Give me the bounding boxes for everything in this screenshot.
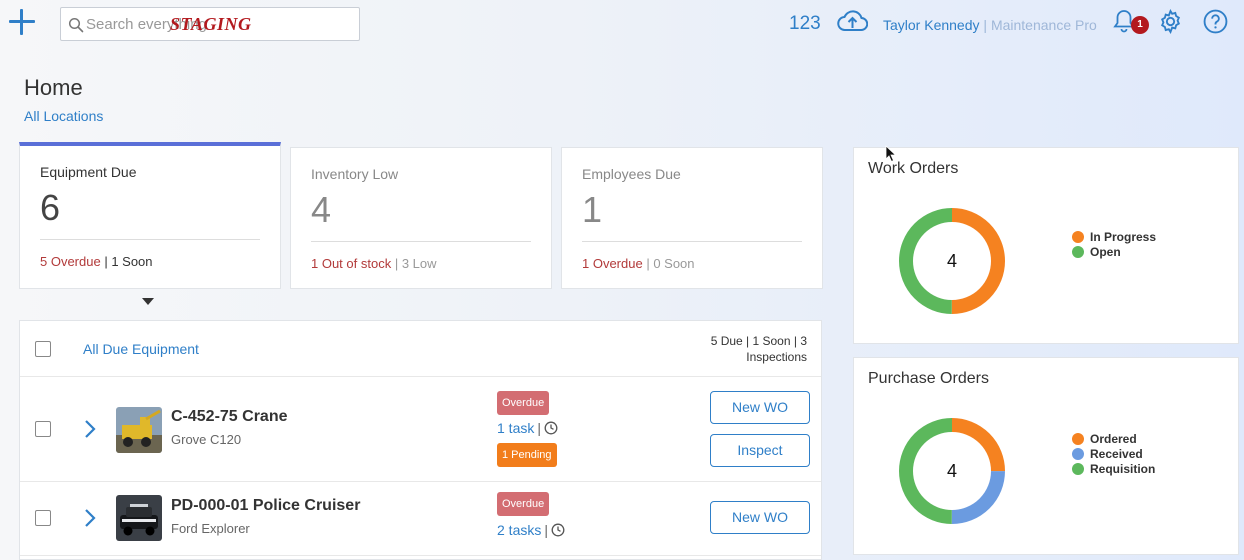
kpi-footer-separator: | <box>391 256 402 271</box>
kpi-title: Equipment Due <box>40 164 137 180</box>
kpi-value: 6 <box>40 187 61 228</box>
kpi-footer-secondary: 1 Soon <box>111 254 153 269</box>
staging-label: STAGING <box>170 14 252 34</box>
legend-dot <box>1072 231 1084 243</box>
legend-dot <box>1072 246 1084 258</box>
legend-item[interactable]: Requisition <box>1072 462 1155 477</box>
pending-badge: 1 Pending <box>497 443 557 467</box>
equipment-name[interactable]: PD-000-01 Police Cruiser <box>171 497 360 515</box>
search-icon <box>68 17 84 33</box>
legend-dot <box>1072 463 1084 475</box>
legend-label: Open <box>1090 245 1121 259</box>
kpi-card-equipment-due[interactable]: Equipment Due 6 5 Overdue | 1 Soon <box>19 142 281 289</box>
purchase-orders-card[interactable]: Purchase Orders 4 Ordered Received Requisi… <box>853 357 1239 555</box>
legend-item[interactable]: In Progress <box>1072 230 1156 245</box>
due-equipment-panel: All Due Equipment 5 Due | 1 Soon | 3 Ins… <box>19 320 822 560</box>
kpi-footer-primary: 5 Overdue <box>40 254 101 269</box>
clock-icon <box>551 523 565 537</box>
table-row[interactable]: PD-000-01 Police Cruiser Ford Explorer O… <box>20 482 821 556</box>
row-checkbox[interactable] <box>35 510 51 526</box>
kpi-footer-primary: 1 Overdue <box>582 256 643 271</box>
donut-center-label: 4 <box>947 251 957 271</box>
cloud-upload-icon[interactable] <box>837 8 868 34</box>
location-filter-link[interactable]: All Locations <box>24 108 103 124</box>
kpi-footer-secondary: 0 Soon <box>653 256 695 271</box>
all-due-equipment-link[interactable]: All Due Equipment <box>83 341 199 357</box>
work-orders-donut[interactable]: 4 <box>897 206 1007 316</box>
top-bar: STAGING 123 Taylor Kennedy | Maintenance… <box>0 0 1244 48</box>
equipment-model: Ford Explorer <box>171 521 250 536</box>
kpi-footer: 5 Overdue | 1 Soon <box>40 254 153 269</box>
task-separator: | <box>537 420 541 436</box>
notification-badge: 1 <box>1131 16 1149 34</box>
legend-label: In Progress <box>1090 230 1157 244</box>
kpi-footer-separator: | <box>100 254 112 269</box>
new-wo-button[interactable]: New WO <box>710 501 810 534</box>
divider <box>311 241 531 242</box>
record-count[interactable]: 123 <box>789 13 821 35</box>
purchase-orders-donut[interactable]: 4 <box>897 416 1007 526</box>
chevron-right-icon[interactable] <box>84 508 96 528</box>
select-all-checkbox[interactable] <box>35 341 51 357</box>
divider <box>582 241 802 242</box>
legend-item[interactable]: Received <box>1072 447 1155 462</box>
new-wo-button[interactable]: New WO <box>710 391 810 424</box>
task-link[interactable]: 2 tasks | <box>497 522 565 538</box>
equipment-model: Grove C120 <box>171 432 242 447</box>
caret-down-icon <box>142 298 154 305</box>
kpi-value: 1 <box>582 189 603 230</box>
user-role: Maintenance Pro <box>990 17 1097 33</box>
status-badge: Overdue <box>497 391 550 415</box>
help-icon[interactable] <box>1203 9 1228 34</box>
kpi-footer: 1 Overdue | 0 Soon <box>582 256 695 271</box>
due-summary: 5 Due | 1 Soon | 3 Inspections <box>677 333 807 365</box>
divider <box>40 239 260 240</box>
page-title: Home <box>24 75 83 100</box>
legend-label: Received <box>1090 447 1143 461</box>
work-orders-card[interactable]: Work Orders 4 In Progress Open <box>853 147 1239 344</box>
inspect-button[interactable]: Inspect <box>710 434 810 467</box>
kpi-footer: 1 Out of stock | 3 Low <box>311 256 437 271</box>
due-summary-line: Inspections <box>746 350 807 364</box>
user-name: Taylor Kennedy <box>883 17 980 33</box>
chart-legend: In Progress Open <box>1072 230 1156 260</box>
equipment-name[interactable]: C-452-75 Crane <box>171 408 288 426</box>
task-separator: | <box>544 522 548 538</box>
gear-icon[interactable] <box>1158 9 1183 34</box>
chart-title: Work Orders <box>868 160 959 177</box>
user-separator: | <box>979 17 991 33</box>
kpi-card-employees-due[interactable]: Employees Due 1 1 Overdue | 0 Soon <box>561 147 823 289</box>
equipment-thumbnail <box>116 495 162 541</box>
mouse-cursor-icon <box>885 145 897 163</box>
user-menu[interactable]: Taylor Kennedy | Maintenance Pro <box>883 17 1097 33</box>
legend-item[interactable]: Open <box>1072 245 1156 260</box>
task-count[interactable]: 1 task <box>497 420 534 436</box>
add-icon[interactable] <box>8 8 36 36</box>
legend-label: Requisition <box>1090 462 1156 476</box>
kpi-footer-separator: | <box>642 256 654 271</box>
legend-item[interactable]: Ordered <box>1072 432 1155 447</box>
kpi-card-inventory-low[interactable]: Inventory Low 4 1 Out of stock | 3 Low <box>290 147 552 289</box>
task-count[interactable]: 2 tasks <box>497 522 541 538</box>
chart-legend: Ordered Received Requisition <box>1072 432 1155 477</box>
donut-center-label: 4 <box>947 461 957 481</box>
status-badge: Overdue <box>497 492 550 516</box>
table-row[interactable]: C-452-75 Crane Grove C120 Overdue 1 task… <box>20 377 821 482</box>
legend-dot <box>1072 433 1084 445</box>
chart-title: Purchase Orders <box>868 370 989 387</box>
kpi-title: Employees Due <box>582 166 681 182</box>
kpi-footer-primary: 1 Out of stock <box>311 256 392 271</box>
legend-label: Ordered <box>1090 432 1137 446</box>
clock-icon <box>544 421 558 435</box>
kpi-footer-secondary: 3 Low <box>401 256 437 271</box>
kpi-value: 4 <box>311 189 332 230</box>
due-equipment-header: All Due Equipment 5 Due | 1 Soon | 3 Ins… <box>20 321 821 377</box>
legend-dot <box>1072 448 1084 460</box>
kpi-title: Inventory Low <box>311 166 399 182</box>
task-link[interactable]: 1 task | <box>497 420 558 436</box>
chevron-right-icon[interactable] <box>84 419 96 439</box>
equipment-thumbnail <box>116 407 162 453</box>
row-checkbox[interactable] <box>35 421 51 437</box>
due-summary-line: 5 Due | 1 Soon | 3 <box>710 334 807 348</box>
